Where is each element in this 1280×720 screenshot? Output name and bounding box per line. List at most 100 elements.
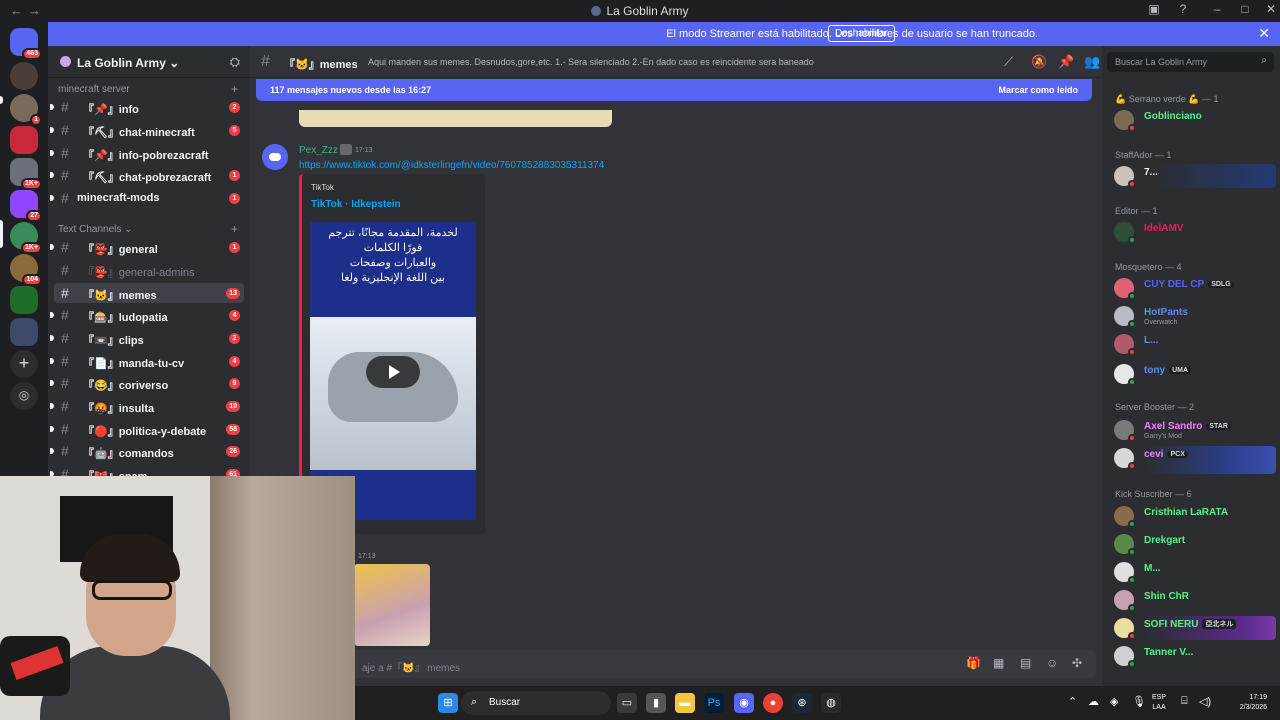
gif-icon[interactable]: ▦ xyxy=(993,656,1004,670)
message-link[interactable]: https://www.tiktok.com/@idksterlingefn/v… xyxy=(299,160,604,171)
sticker-icon[interactable]: ▤ xyxy=(1020,656,1031,670)
status-dnd-icon xyxy=(1128,180,1136,188)
channel-memes[interactable]: # 『🐱』memes 13 xyxy=(54,283,244,303)
server-icon xyxy=(591,6,602,16)
category-minecraft-server[interactable]: minecraft server xyxy=(58,84,130,95)
network-icon[interactable]: ⌸ xyxy=(1181,695,1188,708)
channel-insulta[interactable]: # 『🤬』insulta 10 xyxy=(50,396,244,416)
discover-icon[interactable]: ◎ xyxy=(10,382,38,410)
member-item[interactable]: SOFI NERU 亞北ネル xyxy=(1114,616,1276,640)
chrome-icon[interactable]: ● xyxy=(763,693,783,713)
message-composer[interactable]: aje a #『🐱』 memes 🎁 ▦ ▤ ☺ ✣ xyxy=(256,650,1096,678)
server-icon-4[interactable]: 1K+ xyxy=(10,158,42,190)
member-item[interactable]: Tanner V... xyxy=(1114,644,1276,668)
inbox-icon[interactable]: ▣ xyxy=(1145,2,1163,16)
channel-coriverso[interactable]: # 『😂』coriverso 9 xyxy=(50,373,244,393)
member-item[interactable]: Shin ChR xyxy=(1114,588,1276,612)
category-text-channels[interactable]: Text Channels ⌄ xyxy=(58,224,133,235)
goblin-army-server-icon[interactable]: 1K+ xyxy=(10,222,42,254)
channel-chat-minecraft[interactable]: # 『⛏』chat-minecraft 5 xyxy=(50,120,244,140)
discord-taskbar-icon[interactable]: ◉ xyxy=(734,693,754,713)
member-item[interactable]: Cristhian LaRATA xyxy=(1114,504,1276,528)
play-icon[interactable] xyxy=(366,356,420,388)
previous-image-attachment[interactable] xyxy=(299,110,612,127)
status-online-icon xyxy=(1128,292,1136,300)
threads-icon[interactable]: ⟋ xyxy=(1004,54,1013,70)
member-item[interactable]: Axel Sandro STAR Garry's Mod xyxy=(1114,418,1276,442)
microphone-tray-icon[interactable]: 🎙 xyxy=(1132,695,1146,708)
taskbar-search[interactable]: ⌕ Buscar xyxy=(461,691,611,715)
member-search-input[interactable]: Buscar La Goblin Army ⌕ xyxy=(1107,52,1274,72)
server-icon-3[interactable] xyxy=(10,126,38,154)
channel-info[interactable]: # 『📌』info 2 xyxy=(50,97,244,117)
pin-icon[interactable]: 📌 xyxy=(1058,54,1074,70)
status-dnd-icon xyxy=(1128,462,1136,470)
channel-general-admins[interactable]: # 『👺』general-admins xyxy=(54,260,244,280)
member-item[interactable]: Drekgart xyxy=(1114,532,1276,556)
channel-minecraft-mods[interactable]: # minecraft-mods 1 xyxy=(50,188,244,208)
twitch-server-icon[interactable]: 27 xyxy=(10,190,42,222)
file-explorer-icon[interactable]: ▬ xyxy=(675,693,695,713)
input-language[interactable]: ESP LAA xyxy=(1152,693,1166,713)
emoji-icon[interactable]: ☺ xyxy=(1046,656,1058,670)
member-item[interactable]: tony UMA xyxy=(1114,362,1276,386)
mark-read-button[interactable]: Marcar como leído xyxy=(998,85,1078,95)
channel-topic[interactable]: Aqui manden sus memes. Desnudos,gore,etc… xyxy=(368,57,814,67)
streamer-mode-banner: El modo Streamer está habilitado. Los no… xyxy=(48,22,1280,46)
image-attachment[interactable] xyxy=(354,564,430,646)
tray-app-icon[interactable]: ◈ xyxy=(1110,695,1118,708)
members-icon[interactable]: 👥 xyxy=(1084,54,1100,70)
obs-icon[interactable]: ◍ xyxy=(821,693,841,713)
minimize-button[interactable]: – xyxy=(1208,2,1226,16)
embed-title[interactable]: TikTok · Idkepstein xyxy=(311,199,401,210)
system-clock[interactable]: 17:19 2/3/2026 xyxy=(1215,693,1267,713)
member-item[interactable]: L... xyxy=(1114,332,1276,356)
server-icon-8[interactable] xyxy=(10,318,38,346)
app-icon[interactable]: ▮ xyxy=(646,693,666,713)
new-messages-bar[interactable]: 117 mensajes nuevos desde las 16:27 Marc… xyxy=(256,79,1092,101)
add-channel-icon[interactable]: + xyxy=(231,222,238,236)
gift-icon[interactable]: 🎁 xyxy=(966,656,981,670)
author-avatar[interactable] xyxy=(262,144,288,170)
add-channel-icon[interactable]: + xyxy=(231,82,238,96)
tray-chevron-icon[interactable]: ⌃ xyxy=(1068,695,1077,708)
member-item[interactable]: CUY DEL CP SDLG xyxy=(1114,276,1276,300)
help-icon[interactable]: ? xyxy=(1174,2,1192,16)
windows-start-icon[interactable]: ⊞ xyxy=(438,693,458,713)
volume-icon[interactable]: ◁) xyxy=(1199,695,1211,708)
member-item[interactable]: Goblinciano xyxy=(1114,108,1276,132)
server-header[interactable]: La Goblin Army ⌄ ⛭ xyxy=(48,46,250,78)
channel-manda-tu-cv[interactable]: # 『📄』manda-tu-cv 4 xyxy=(50,351,244,371)
maximize-button[interactable]: □ xyxy=(1236,2,1254,16)
channel-politica-y-debate[interactable]: # 『🔴』politica-y-debate 58 xyxy=(50,419,244,439)
tray-app-icon[interactable]: ☁ xyxy=(1088,695,1099,708)
unread-bullet xyxy=(50,195,54,201)
member-item[interactable]: 7... xyxy=(1114,164,1276,188)
server-icon-6[interactable]: 104 xyxy=(10,254,42,286)
member-item[interactable]: cevi PCX xyxy=(1114,446,1276,474)
apps-icon[interactable]: ✣ xyxy=(1072,656,1082,670)
channel-info-pobrezacraft[interactable]: # 『📌』info-pobrezacraft xyxy=(50,143,244,163)
channel-clips[interactable]: # 『📼』clips 2 xyxy=(50,328,244,348)
direct-messages-icon[interactable]: 463 xyxy=(10,28,42,60)
member-item[interactable]: M... xyxy=(1114,560,1276,584)
channel-general[interactable]: # 『👺』general 1 xyxy=(50,237,244,257)
steam-icon[interactable]: ⊛ xyxy=(792,693,812,713)
invite-icon[interactable]: ⛭ xyxy=(230,54,240,70)
disable-streamer-button[interactable]: Deshabilitar xyxy=(828,25,895,42)
channel-ludopatia[interactable]: # 『🎰』ludopatia 4 xyxy=(50,305,244,325)
close-window-button[interactable]: ✕ xyxy=(1262,2,1280,16)
channel-comandos[interactable]: # 『🤖』comandos 26 xyxy=(50,441,244,461)
message-author[interactable]: Pex_Zzz xyxy=(299,145,338,156)
server-icon-1[interactable] xyxy=(10,62,38,90)
server-icon-2[interactable]: 1 xyxy=(10,94,42,126)
notifications-icon[interactable]: 🔕 xyxy=(1031,54,1047,70)
member-item[interactable]: IdelAMV xyxy=(1114,220,1276,244)
channel-chat-pobrezacraft[interactable]: # 『⛏』chat-pobrezacraft 1 xyxy=(50,165,244,185)
member-item[interactable]: HotPants Overwatch xyxy=(1114,304,1276,328)
server-icon-7[interactable] xyxy=(10,286,38,314)
close-icon[interactable]: ✕ xyxy=(1258,25,1270,42)
task-view-icon[interactable]: ▭ xyxy=(617,693,637,713)
photoshop-icon[interactable]: Ps xyxy=(704,693,724,713)
add-server-icon[interactable]: + xyxy=(10,350,38,378)
